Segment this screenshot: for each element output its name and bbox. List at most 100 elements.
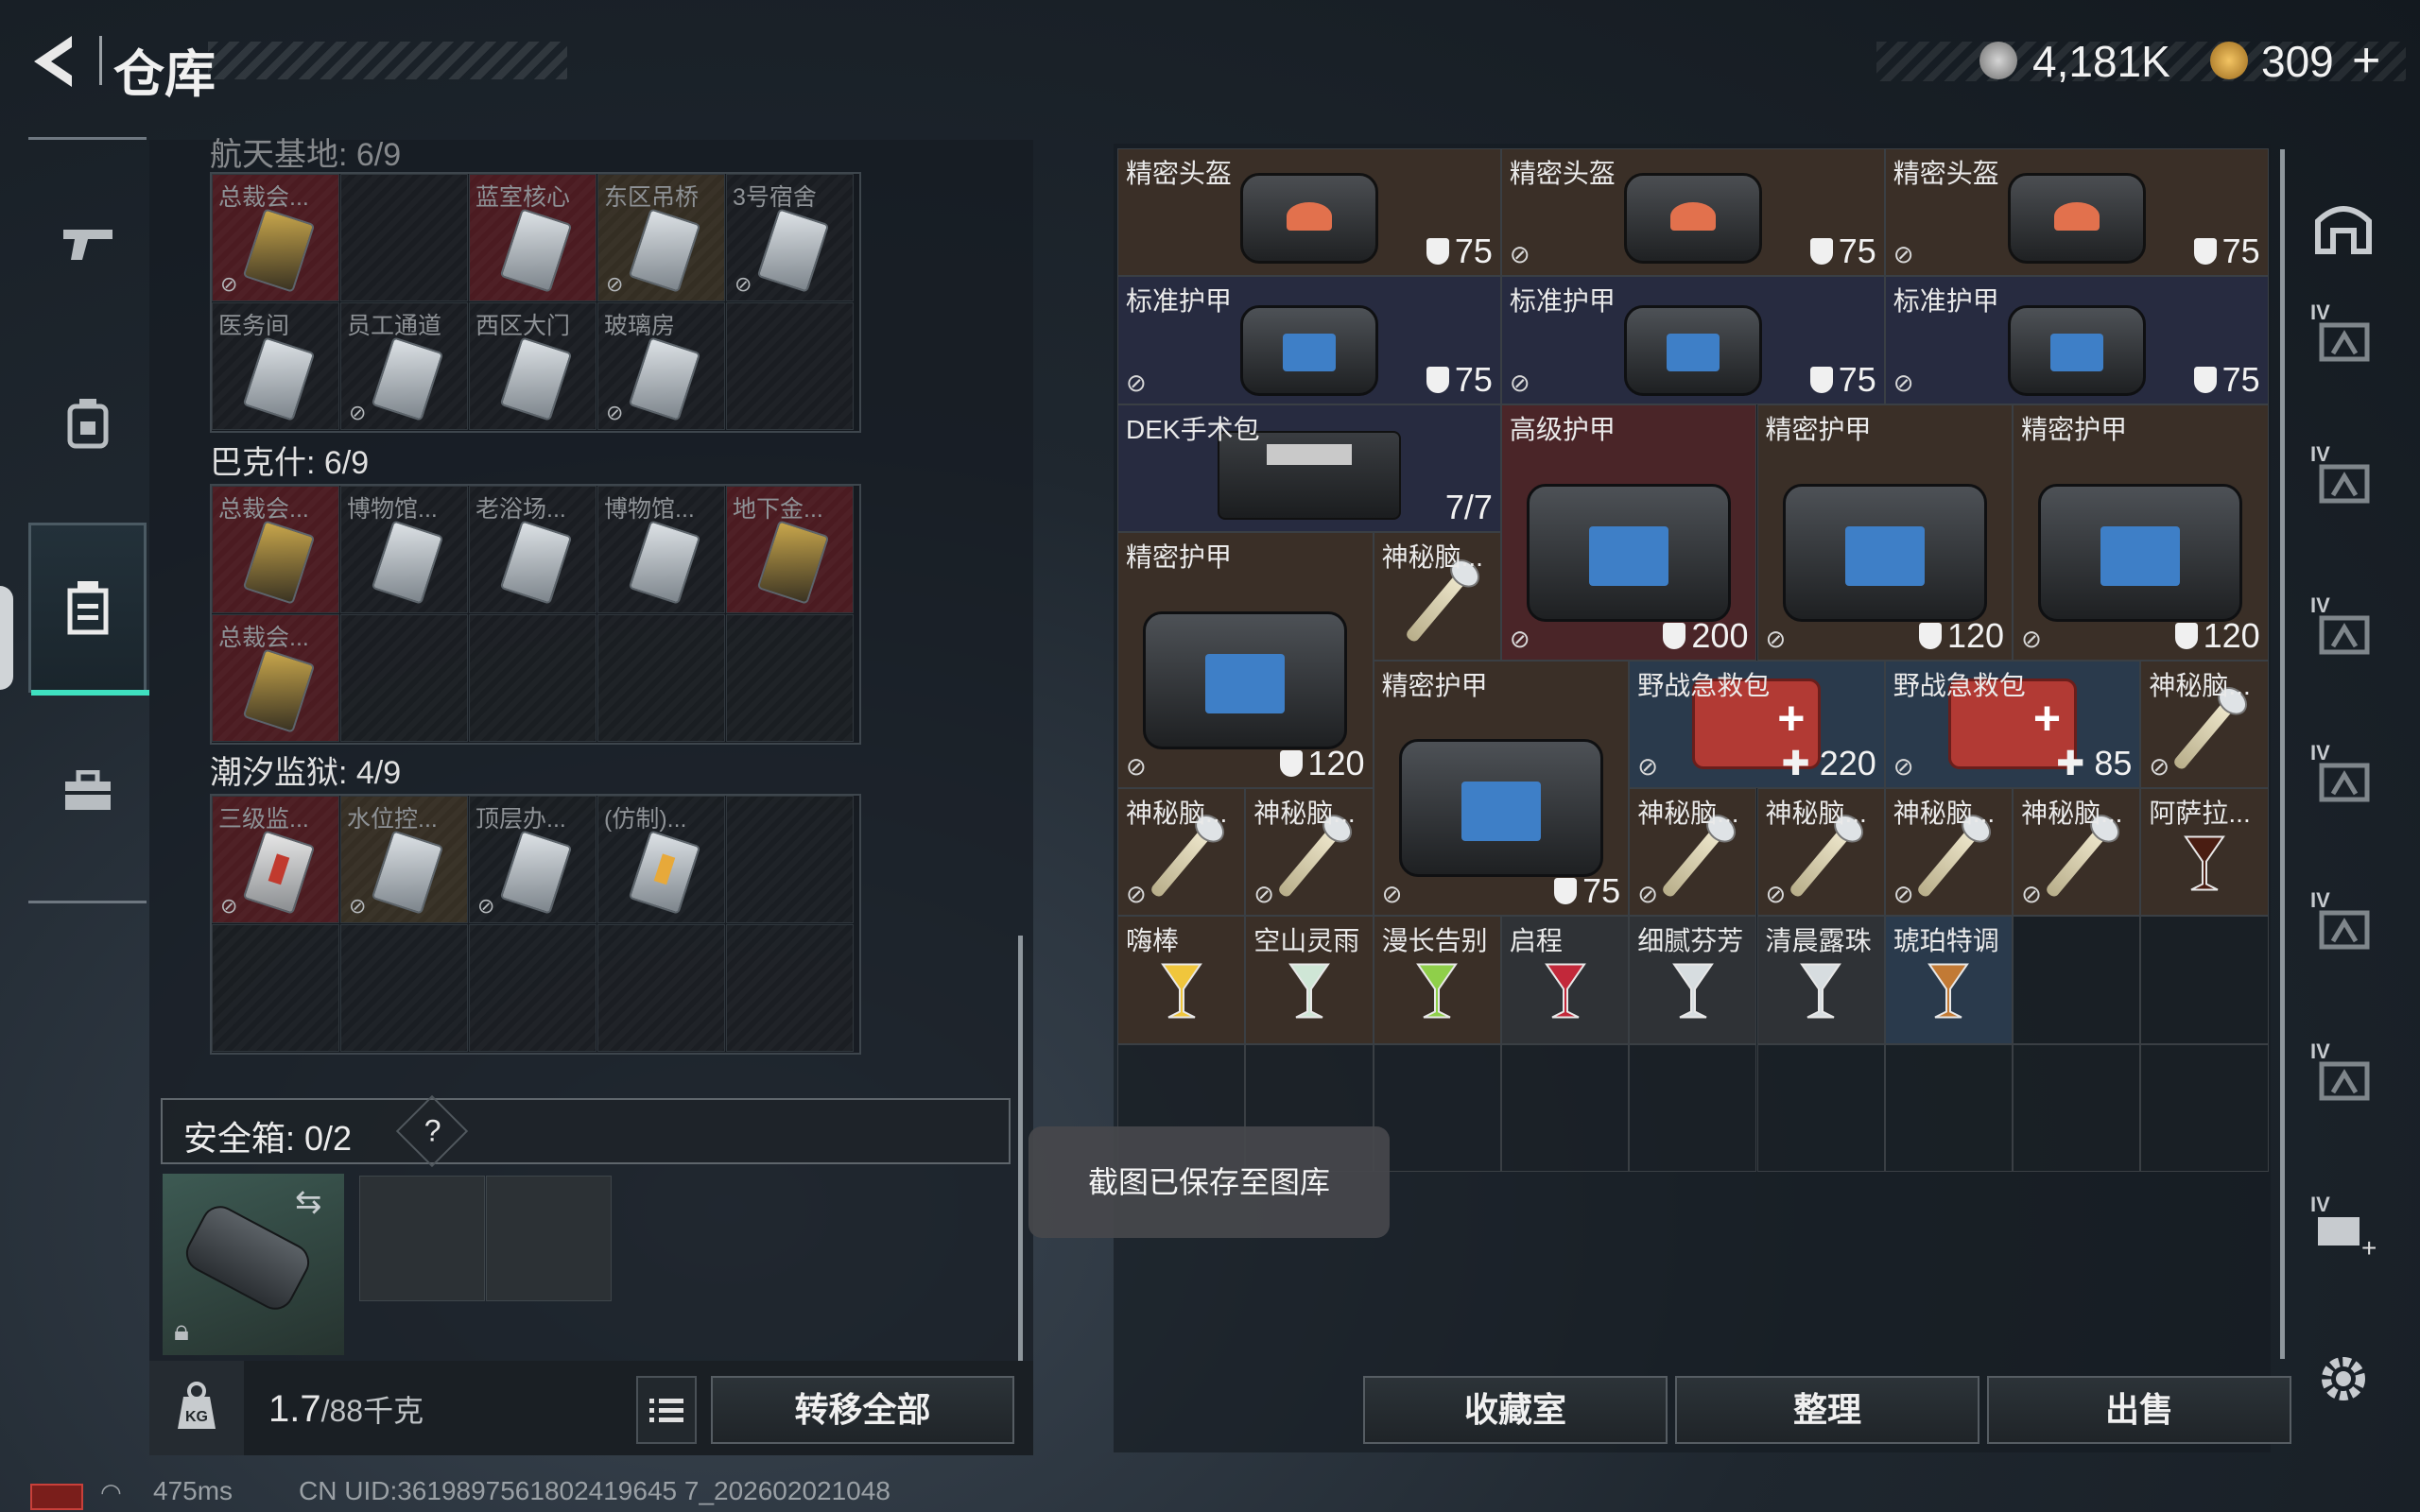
key-slot[interactable] xyxy=(469,614,596,742)
item-name: 野战急救包 xyxy=(1637,670,1771,700)
inventory-item[interactable]: 神秘脑... ⊘ xyxy=(2140,660,2269,788)
key-slot[interactable]: 医务间 xyxy=(212,302,339,430)
key-slot[interactable]: 总裁会... ⊘ xyxy=(212,174,339,301)
gear-icon[interactable] xyxy=(2307,1342,2380,1416)
nav-backpack[interactable] xyxy=(28,338,147,508)
key-slot[interactable] xyxy=(469,924,596,1052)
inventory-item[interactable]: 高级护甲 200 ⊘ xyxy=(1500,404,1757,661)
key-slot[interactable]: 总裁会... xyxy=(212,614,339,742)
key-slot[interactable] xyxy=(597,614,725,742)
safebox-slot[interactable] xyxy=(486,1176,612,1301)
case-tier-4-icon[interactable]: IV xyxy=(2307,442,2380,516)
empty-slot[interactable] xyxy=(2013,1043,2141,1173)
inventory-item[interactable]: 阿萨拉... xyxy=(2140,788,2269,917)
key-slot[interactable] xyxy=(726,924,854,1052)
empty-slot[interactable] xyxy=(2140,1043,2269,1173)
inventory-item[interactable]: 神秘脑... ⊘ xyxy=(1629,788,1757,917)
safebox-item[interactable]: ⇆ 🔒︎ xyxy=(163,1174,344,1355)
key-slot[interactable] xyxy=(212,924,339,1052)
home-base-icon[interactable] xyxy=(2307,189,2380,263)
key-slot[interactable]: (仿制)... xyxy=(597,796,725,923)
inventory-item[interactable]: 野战急救包 ✚ 220 ⊘ xyxy=(1629,660,1885,788)
case-tier-4-icon[interactable]: IV xyxy=(2307,1040,2380,1113)
key-slot[interactable]: 3号宿舍 ⊘ xyxy=(726,174,854,301)
inventory-item[interactable]: 漫长告别 xyxy=(1373,916,1501,1044)
empty-slot[interactable] xyxy=(1884,1043,2014,1173)
help-button[interactable]: ? xyxy=(395,1094,469,1168)
list-view-button[interactable] xyxy=(636,1376,697,1444)
key-slot[interactable]: 东区吊桥 ⊘ xyxy=(597,174,725,301)
side-handle[interactable] xyxy=(0,586,13,690)
transfer-all-button[interactable]: 转移全部 xyxy=(711,1376,1014,1444)
case-tier-4-icon[interactable]: IV xyxy=(2307,741,2380,815)
inventory-item[interactable]: 清晨露珠 xyxy=(1756,916,1885,1044)
key-slot[interactable]: 水位控... ⊘ xyxy=(340,796,468,923)
back-button[interactable] xyxy=(23,28,89,94)
inventory-item[interactable]: 琥珀特调 xyxy=(1884,916,2014,1044)
inventory-item[interactable]: 精密护甲 120 ⊘ xyxy=(1117,532,1374,788)
key-slot[interactable]: 西区大门 xyxy=(469,302,596,430)
inventory-item[interactable]: 精密头盔 75 ⊘ xyxy=(1884,148,2269,277)
empty-slot[interactable] xyxy=(1500,1043,1630,1173)
inventory-item[interactable]: 神秘脑... ⊘ xyxy=(2013,788,2141,917)
empty-slot[interactable] xyxy=(1629,1043,1757,1173)
inventory-item[interactable]: 标准护甲 75 ⊘ xyxy=(1117,276,1501,404)
inventory-item[interactable]: 嗨棒 xyxy=(1117,916,1246,1044)
inventory-item[interactable]: 神秘脑... ⊘ xyxy=(1245,788,1374,917)
key-slot[interactable]: 地下金... xyxy=(726,486,854,613)
inventory-item[interactable]: 精密头盔 75 ⊘ xyxy=(1500,148,1885,277)
empty-slot[interactable] xyxy=(1373,1043,1501,1173)
key-slot[interactable] xyxy=(340,924,468,1052)
inventory-item[interactable]: 细腻芬芳 xyxy=(1629,916,1757,1044)
collection-room-button[interactable]: 收藏室 xyxy=(1363,1376,1668,1444)
sell-button[interactable]: 出售 xyxy=(1987,1376,2291,1444)
key-slot[interactable]: 博物馆... xyxy=(597,486,725,613)
key-slot[interactable] xyxy=(726,302,854,430)
nav-weapons[interactable] xyxy=(28,159,147,329)
empty-slot[interactable] xyxy=(1756,1043,1885,1173)
key-slot[interactable]: 玻璃房 ⊘ xyxy=(597,302,725,430)
inventory-item[interactable]: 神秘脑... ⊘ xyxy=(1117,788,1246,917)
inventory-item[interactable]: 野战急救包 ✚ 85 ⊘ xyxy=(1884,660,2141,788)
sort-button[interactable]: 整理 xyxy=(1675,1376,1979,1444)
inventory-item[interactable]: 神秘脑... xyxy=(1373,532,1501,661)
inventory-item[interactable]: 空山灵雨 xyxy=(1245,916,1374,1044)
inventory-item[interactable]: 精密护甲 120 ⊘ xyxy=(2013,404,2269,661)
inventory-item[interactable]: DEK手术包 7/7 xyxy=(1117,404,1501,533)
key-slot[interactable]: 三级监... ⊘ xyxy=(212,796,339,923)
key-slot[interactable]: 员工通道 ⊘ xyxy=(340,302,468,430)
swap-icon[interactable]: ⇆ xyxy=(295,1183,322,1221)
inventory-item[interactable]: 精密头盔 75 xyxy=(1117,148,1501,277)
key-slot[interactable] xyxy=(726,614,854,742)
key-slot[interactable]: 博物馆... xyxy=(340,486,468,613)
add-case-icon[interactable]: + IV xyxy=(2307,1193,2380,1266)
inventory-item[interactable]: 标准护甲 75 ⊘ xyxy=(1500,276,1885,404)
nav-toolbox[interactable] xyxy=(28,707,147,877)
case-tier-4-icon[interactable]: IV xyxy=(2307,301,2380,374)
armor-icon xyxy=(1623,304,1762,396)
inventory-item[interactable]: 精密护甲 75 ⊘ xyxy=(1373,660,1630,917)
key-slot[interactable]: 蓝室核心 xyxy=(469,174,596,301)
key-slot[interactable] xyxy=(340,174,468,301)
key-slot[interactable]: 老浴场... xyxy=(469,486,596,613)
left-scrollbar[interactable] xyxy=(1018,936,1023,1361)
key-slot[interactable] xyxy=(340,614,468,742)
inventory-item[interactable]: 神秘脑... ⊘ xyxy=(1756,788,1885,917)
inventory-item[interactable]: 启程 xyxy=(1500,916,1630,1044)
key-slot[interactable]: 顶层办... ⊘ xyxy=(469,796,596,923)
inventory-item[interactable]: 标准护甲 75 ⊘ xyxy=(1884,276,2269,404)
key-slot[interactable]: 总裁会... xyxy=(212,486,339,613)
inventory-item[interactable]: 精密护甲 120 ⊘ xyxy=(1756,404,2014,661)
empty-slot[interactable] xyxy=(2140,916,2269,1044)
key-slot[interactable] xyxy=(726,796,854,923)
case-tier-4-icon[interactable]: IV xyxy=(2307,593,2380,667)
safebox-slot[interactable] xyxy=(359,1176,485,1301)
nav-container[interactable] xyxy=(28,523,149,696)
case-tier-4-icon[interactable]: IV xyxy=(2307,888,2380,962)
add-currency-button[interactable]: + xyxy=(2352,32,2380,89)
item-name: DEK手术包 xyxy=(1126,414,1260,444)
key-slot[interactable] xyxy=(597,924,725,1052)
right-scrollbar[interactable] xyxy=(2280,149,2285,1359)
empty-slot[interactable] xyxy=(2013,916,2141,1044)
inventory-item[interactable]: 神秘脑... ⊘ xyxy=(1884,788,2014,917)
